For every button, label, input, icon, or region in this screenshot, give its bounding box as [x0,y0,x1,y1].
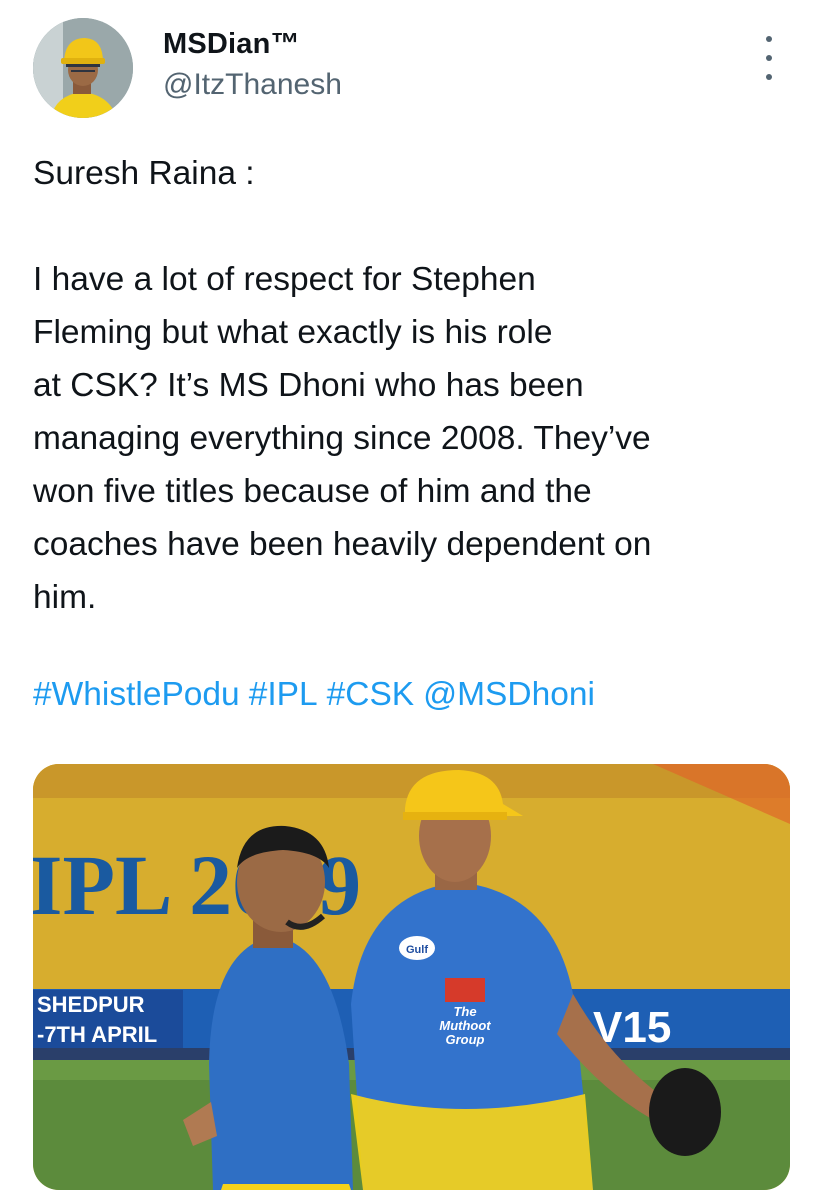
sponsor-text: Group [446,1032,485,1047]
board-text-line: -7TH APRIL [37,1022,157,1047]
hashtag-link[interactable]: #WhistlePodu [33,676,240,713]
tweet-text-line: him. [33,579,97,616]
hashtag-link[interactable]: #CSK [327,676,415,713]
more-vertical-icon [766,55,772,61]
more-options-button[interactable] [755,36,783,80]
mention-link[interactable]: @MSDhoni [423,676,595,713]
tweet-text-line: at CSK? It’s MS Dhoni who has been [33,367,584,404]
tweet-text-line: I have a lot of respect for Stephen [33,261,536,298]
tweet-text-line: Fleming but what exactly is his role [33,314,553,351]
more-vertical-icon [766,74,772,80]
tweet-text-line: won five titles because of him and the [33,473,592,510]
author-display-name[interactable]: MSDian™ [163,28,300,61]
tweet-text-line: Suresh Raina : [33,155,255,192]
avatar-image [33,18,133,118]
tweet-text-line: coaches have been heavily dependent on [33,526,652,563]
tweet-card: MSDian™ @ItzThanesh Suresh Raina : I hav… [0,0,821,1200]
hashtag-row: #WhistlePodu #IPL #CSK @MSDhoni [33,668,604,721]
tweet-photo[interactable]: IPL 2019 SHEDPUR -7TH APRIL V15 Gulf The… [33,764,790,1190]
sponsor-text: Muthoot [439,1018,491,1033]
avatar[interactable] [33,18,133,118]
hashtag-link[interactable]: #IPL [249,676,318,713]
tweet-text-line: managing everything since 2008. They’ve [33,420,651,457]
sponsor-text: Gulf [406,944,428,956]
author-handle[interactable]: @ItzThanesh [163,68,342,102]
sponsor-text: The [453,1004,476,1019]
tweet-text: Suresh Raina : I have a lot of respect f… [33,147,803,624]
board-text-line: SHEDPUR [37,992,145,1017]
more-vertical-icon [766,36,772,42]
photo-illustration: IPL 2019 SHEDPUR -7TH APRIL V15 Gulf The… [33,764,790,1190]
